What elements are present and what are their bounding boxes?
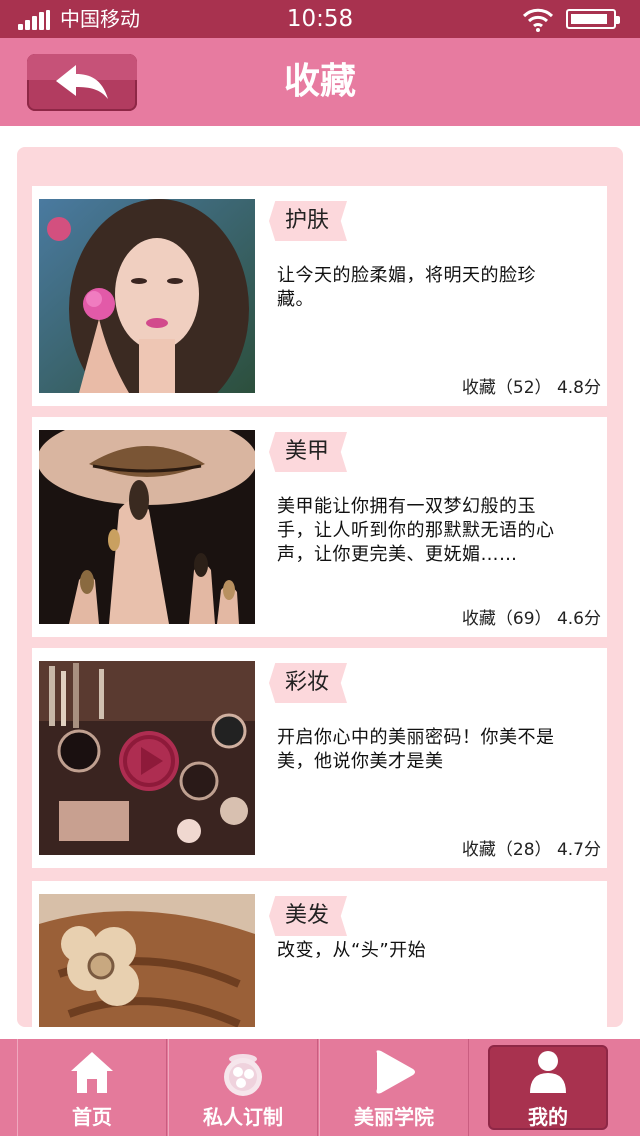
category-tag: 美甲 (269, 432, 347, 472)
navigation-bar: 收藏 (0, 38, 640, 126)
play-icon (376, 1050, 415, 1094)
compact-powder-icon (224, 1054, 262, 1096)
favorites-panel: 护肤 让今天的脸柔媚，将明天的脸珍藏。 收藏（52） 4.8分 美甲 美甲能让你… (17, 147, 623, 1027)
wifi-icon (522, 8, 554, 32)
user-icon (530, 1051, 566, 1093)
category-tag: 彩妆 (269, 663, 347, 703)
tab-label: 美丽学院 (354, 1105, 434, 1129)
battery-icon (566, 9, 620, 29)
favorite-card[interactable]: 美发 改变，从“头”开始 (32, 881, 607, 1027)
tab-label: 我的 (528, 1105, 568, 1129)
card-image-makeup (39, 661, 255, 855)
card-description: 开启你心中的美丽密码！你美不是美，他说你美才是美 (277, 727, 555, 772)
card-description: 让今天的脸柔媚，将明天的脸珍藏。 (277, 265, 536, 310)
card-stats: 收藏（28） 4.7分 (461, 840, 601, 860)
favorite-card[interactable]: 美甲 美甲能让你拥有一双梦幻般的玉手，让人听到你的那默默无语的心声，让你更完美、… (32, 417, 607, 637)
home-icon (71, 1052, 113, 1093)
favorite-card[interactable]: 彩妆 开启你心中的美丽密码！你美不是美，他说你美才是美 收藏（28） 4.7分 (32, 648, 607, 868)
category-tag: 美发 (269, 896, 347, 936)
status-bar: 中国移动 10:58 (0, 0, 640, 38)
tab-label: 私人订制 (203, 1105, 283, 1129)
back-button[interactable] (27, 54, 137, 111)
tab-label: 首页 (72, 1105, 112, 1129)
card-image-hair (39, 894, 255, 1027)
card-description: 改变，从“头”开始 (277, 940, 427, 961)
category-tag: 护肤 (269, 201, 347, 241)
card-description: 美甲能让你拥有一双梦幻般的玉手，让人听到你的那默默无语的心声，让你更完美、更妩媚… (277, 496, 555, 565)
tab-academy[interactable]: 美丽学院 (319, 1039, 469, 1136)
card-image-skincare (39, 199, 255, 393)
card-stats: 收藏（69） 4.6分 (461, 609, 601, 629)
favorite-card[interactable]: 护肤 让今天的脸柔媚，将明天的脸珍藏。 收藏（52） 4.8分 (32, 186, 607, 406)
tab-custom[interactable]: 私人订制 (168, 1039, 318, 1136)
back-arrow-icon (56, 65, 108, 99)
tab-home[interactable]: 首页 (17, 1039, 167, 1136)
card-image-nails (39, 430, 255, 624)
tab-bar: 首页 私人订制 美丽学院 我的 (0, 1039, 640, 1136)
card-stats: 收藏（52） 4.8分 (461, 378, 601, 398)
tab-mine[interactable]: 我的 (488, 1045, 608, 1130)
